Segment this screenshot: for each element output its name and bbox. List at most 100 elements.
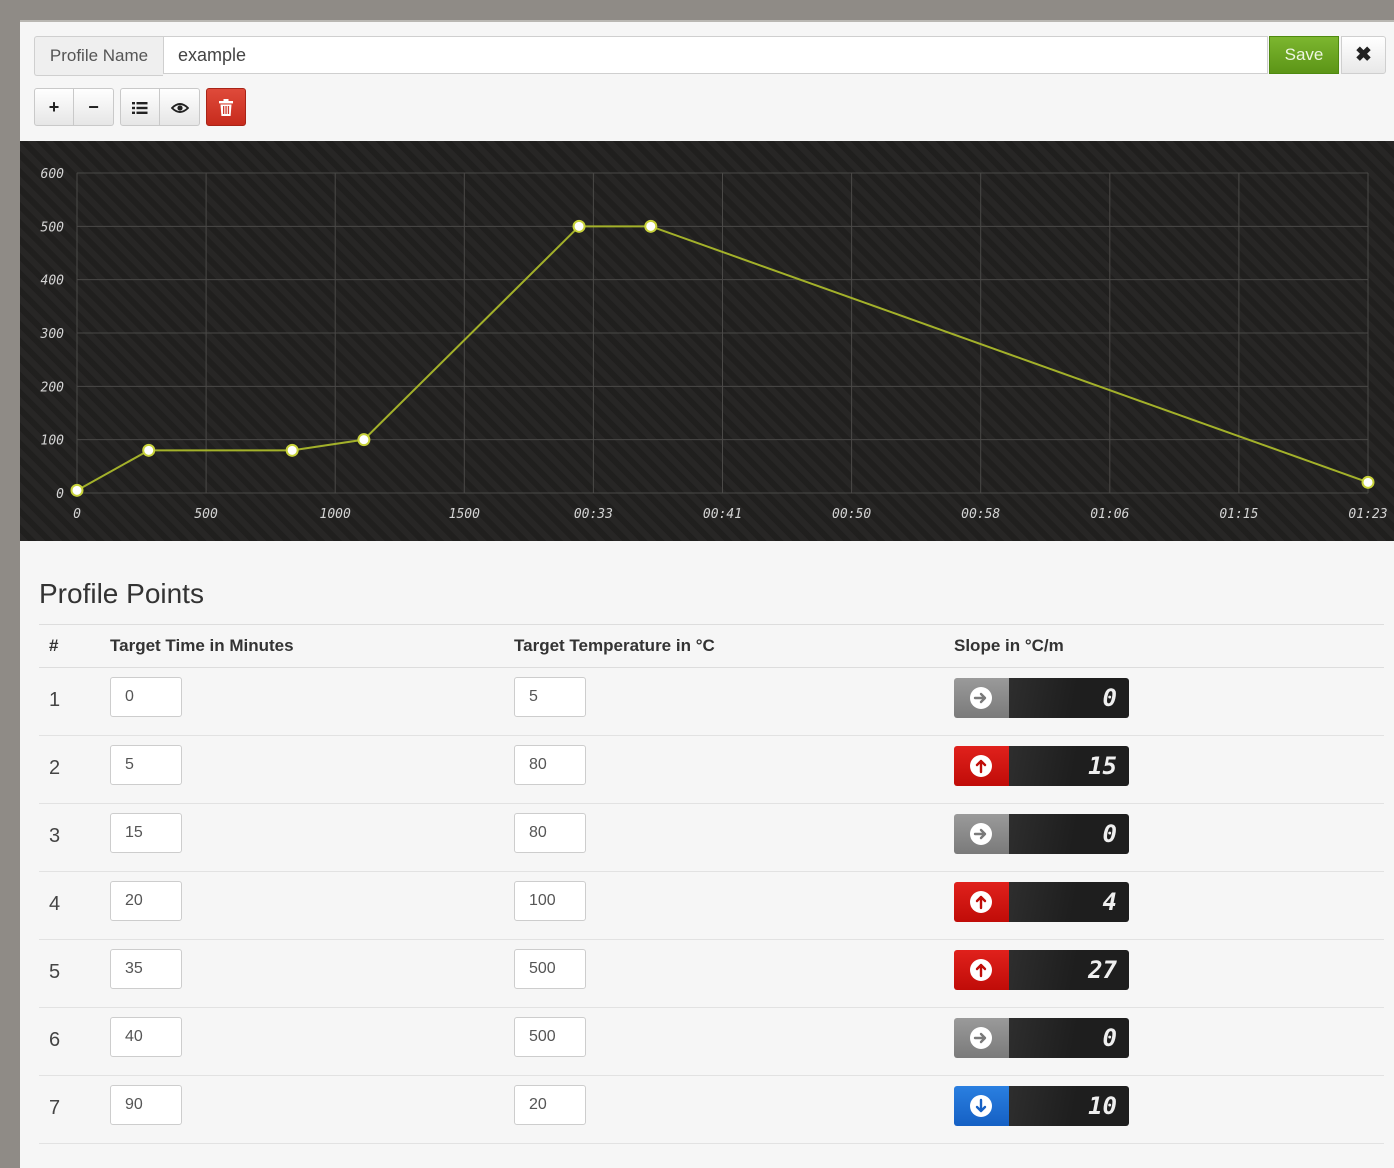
table-row: 7 10 (39, 1076, 1384, 1144)
target-temperature-input[interactable] (514, 745, 586, 785)
toggle-chart-button[interactable] (160, 88, 200, 126)
slope-indicator: 0 (954, 1018, 1129, 1058)
slope-direction (954, 678, 1009, 718)
slope-value: 4 (1009, 882, 1129, 922)
slope-value: 0 (1009, 814, 1129, 854)
target-temperature-input[interactable] (514, 813, 586, 853)
x-tick-label: 00:58 (961, 507, 1000, 522)
slope-direction (954, 746, 1009, 786)
arrow-up-icon (970, 959, 992, 981)
profile-name-input[interactable] (163, 36, 1268, 74)
profile-points-table: # Target Time in Minutes Target Temperat… (39, 624, 1384, 1144)
point-index: 6 (49, 1029, 61, 1051)
data-point (572, 219, 586, 233)
target-time-input[interactable] (110, 949, 182, 989)
slope-value: 15 (1009, 746, 1129, 786)
target-time-input[interactable] (110, 881, 182, 921)
x-tick-label: 00:41 (703, 507, 742, 522)
remove-point-button[interactable]: − (74, 88, 114, 126)
slope-direction (954, 1086, 1009, 1126)
x-tick-label: 01:23 (1348, 507, 1387, 522)
point-index: 1 (49, 689, 61, 711)
y-tick-label: 0 (56, 487, 64, 502)
target-time-input[interactable] (110, 1017, 182, 1057)
delete-profile-button[interactable] (206, 88, 246, 126)
target-temperature-input[interactable] (514, 949, 586, 989)
header-index: # (49, 636, 59, 655)
profile-name-label: Profile Name (34, 36, 163, 76)
slope-direction (954, 1018, 1009, 1058)
table-row: 30 (39, 804, 1384, 872)
point-index: 3 (49, 825, 61, 847)
x-tick-label: 1500 (449, 507, 480, 522)
slope-indicator: 0 (954, 678, 1129, 718)
x-tick-label: 00:50 (832, 507, 871, 522)
add-point-button[interactable]: + (34, 88, 74, 126)
slope-indicator: 27 (954, 950, 1129, 990)
arrow-up-icon (970, 755, 992, 777)
slope-value: 27 (1009, 950, 1129, 990)
point-index: 2 (49, 757, 61, 779)
save-button[interactable]: Save (1269, 36, 1339, 74)
profile-points-title: Profile Points (39, 578, 204, 609)
y-tick-label: 200 (41, 380, 65, 395)
close-button[interactable]: ✖ (1341, 36, 1386, 74)
slope-indicator: 15 (954, 746, 1129, 786)
target-time-input[interactable] (110, 677, 182, 717)
slope-value: 0 (1009, 1018, 1129, 1058)
slope-indicator: 0 (954, 814, 1129, 854)
arrow-right-icon (970, 1027, 992, 1049)
trash-icon (219, 99, 233, 116)
y-tick-label: 300 (40, 327, 65, 342)
table-row: 2 15 (39, 736, 1384, 804)
x-tick-label: 01:06 (1090, 507, 1129, 522)
arrow-right-icon (970, 823, 992, 845)
target-temperature-input[interactable] (514, 677, 586, 717)
header-target-time: Target Time in Minutes (110, 636, 294, 655)
table-row: 5 27 (39, 940, 1384, 1008)
slope-value: 10 (1009, 1086, 1129, 1126)
profile-editor-panel: Profile Name Save ✖ + − (20, 20, 1394, 1168)
data-point (285, 443, 299, 457)
arrow-up-icon (970, 891, 992, 913)
profile-header: Profile Name Save ✖ (34, 36, 1386, 76)
y-tick-label: 500 (41, 220, 65, 235)
close-icon: ✖ (1355, 44, 1372, 66)
data-point (1361, 475, 1375, 489)
slope-direction (954, 882, 1009, 922)
target-time-input[interactable] (110, 1085, 182, 1125)
point-index: 4 (49, 893, 61, 915)
data-point (644, 219, 658, 233)
point-index: 5 (49, 961, 61, 983)
toggle-table-button[interactable] (120, 88, 160, 126)
x-tick-label: 01:15 (1219, 507, 1258, 522)
arrow-down-icon (970, 1095, 992, 1117)
y-tick-label: 400 (41, 274, 65, 289)
x-tick-label: 0 (73, 507, 81, 522)
eye-icon (170, 103, 189, 113)
slope-indicator: 4 (954, 882, 1129, 922)
header-target-temperature: Target Temperature in °C (514, 636, 715, 655)
slope-indicator: 10 (954, 1086, 1129, 1126)
data-point (142, 443, 156, 457)
profile-chart: 0 500 1000 1500 00:33 00:41 00:50 00:58 01:06 01:… (20, 141, 1394, 541)
slope-direction (954, 814, 1009, 854)
data-point (357, 433, 371, 447)
x-tick-label: 1000 (320, 507, 351, 522)
y-tick-label: 100 (41, 434, 65, 449)
target-temperature-input[interactable] (514, 881, 586, 921)
target-temperature-input[interactable] (514, 1085, 586, 1125)
table-row: 10 (39, 668, 1384, 736)
table-header: # Target Time in Minutes Target Temperat… (39, 624, 1384, 668)
data-point (70, 483, 84, 497)
target-time-input[interactable] (110, 813, 182, 853)
x-tick-label: 00:33 (574, 507, 613, 522)
target-time-input[interactable] (110, 745, 182, 785)
target-temperature-input[interactable] (514, 1017, 586, 1057)
point-index: 7 (49, 1097, 61, 1119)
header-slope: Slope in °C/m (954, 636, 1064, 655)
table-row: 44 (39, 872, 1384, 940)
y-tick-label: 600 (41, 167, 65, 182)
slope-value: 0 (1009, 678, 1129, 718)
plus-icon: + (48, 97, 60, 117)
